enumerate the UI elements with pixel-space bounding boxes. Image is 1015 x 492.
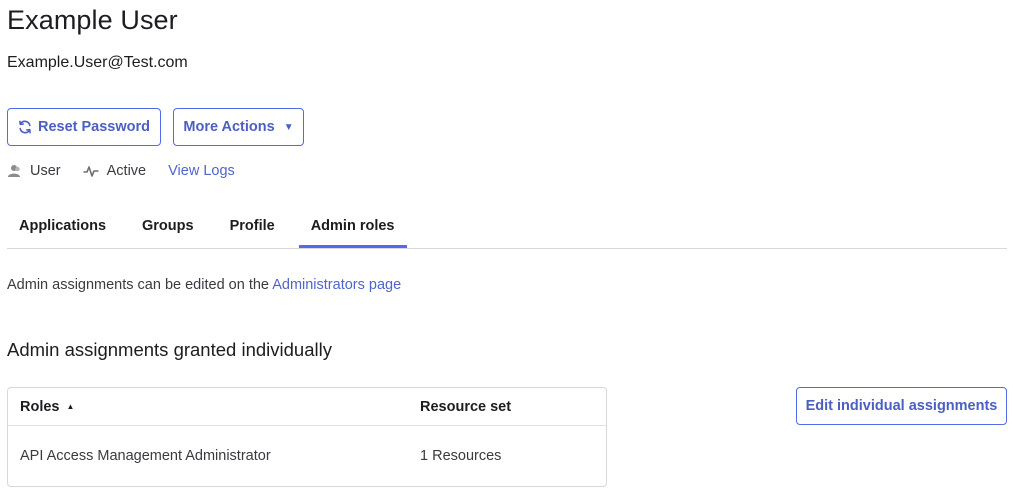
activity-icon [83,164,99,178]
page-title: Example User [7,5,178,35]
caret-down-icon: ▼ [283,121,294,133]
user-meta: User Active View Logs [7,161,235,181]
user-status-label: Active [106,163,147,179]
admin-notice: Admin assignments can be edited on the A… [7,277,401,293]
more-actions-label: More Actions [183,119,275,135]
resource-set-cell: 1 Resources [420,448,502,464]
edit-individual-assignments-button[interactable]: Edit individual assignments [796,387,1007,425]
user-type: User [7,163,61,179]
tab-applications[interactable]: Applications [7,208,118,248]
assignments-table: Roles ▲ Resource set API Access Managemen… [7,387,607,487]
column-header-roles[interactable]: Roles ▲ [8,399,420,415]
roles-header-label: Roles [20,398,60,415]
table-row: API Access Management Administrator 1 Re… [8,426,606,486]
user-type-label: User [30,163,61,179]
more-actions-button[interactable]: More Actions ▼ [173,108,304,146]
profile-tabs: Applications Groups Profile Admin roles [7,208,1007,249]
table-header: Roles ▲ Resource set [8,388,606,426]
user-status: Active [83,163,147,179]
reset-password-button[interactable]: Reset Password [7,108,161,146]
user-icon [7,164,22,178]
column-header-resource-set: Resource set [420,398,512,415]
tab-admin-roles[interactable]: Admin roles [298,208,407,248]
section-title: Admin assignments granted individually [7,339,332,360]
tab-profile[interactable]: Profile [218,208,287,248]
role-cell: API Access Management Administrator [20,448,271,464]
sort-ascending-icon: ▲ [66,401,75,411]
view-logs-link[interactable]: View Logs [168,163,235,179]
admin-notice-text: Admin assignments can be edited on the [7,277,273,293]
user-email: Example.User@Test.com [7,54,188,71]
tab-groups[interactable]: Groups [130,208,206,248]
reset-password-label: Reset Password [37,119,151,135]
administrators-page-link[interactable]: Administrators page [272,277,401,293]
refresh-icon [18,120,32,134]
